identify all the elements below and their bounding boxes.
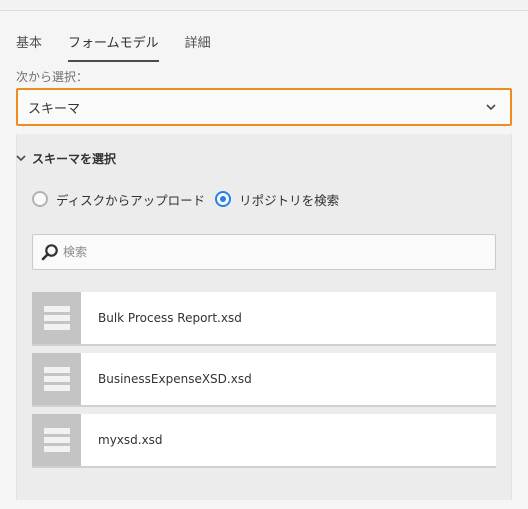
tab-bar: 基本 フォームモデル 詳細 xyxy=(16,36,237,64)
radio-upload-from-disk[interactable]: ディスクからアップロード xyxy=(32,190,205,209)
chevron-down-icon xyxy=(16,155,26,162)
file-name: BusinessExpenseXSD.xsd xyxy=(98,372,252,386)
list-item[interactable]: BusinessExpenseXSD.xsd xyxy=(32,353,496,407)
source-dropdown[interactable]: スキーマ xyxy=(16,88,512,126)
tab-form-model[interactable]: フォームモデル xyxy=(68,36,159,64)
file-name: Bulk Process Report.xsd xyxy=(98,311,242,325)
schema-panel-title: スキーマを選択 xyxy=(32,151,117,166)
radio-upload-label: ディスクからアップロード xyxy=(56,192,206,208)
search-input[interactable] xyxy=(63,245,463,259)
schema-file-icon xyxy=(32,414,81,466)
search-icon xyxy=(41,244,58,261)
select-source-label: 次から選択： xyxy=(16,70,89,84)
top-bar xyxy=(0,0,528,11)
file-name: myxsd.xsd xyxy=(98,433,163,447)
schema-file-icon xyxy=(32,292,81,344)
source-radio-group: ディスクからアップロード リポジトリを検索 xyxy=(32,189,349,209)
radio-button-unchecked[interactable] xyxy=(32,191,48,207)
radio-search-label: リポジトリを検索 xyxy=(239,192,340,208)
schema-file-icon xyxy=(32,353,81,405)
radio-search-repository[interactable]: リポジトリを検索 xyxy=(215,190,339,209)
source-dropdown-value: スキーマ xyxy=(28,101,81,117)
search-box[interactable] xyxy=(32,234,496,270)
schema-panel-toggle[interactable]: スキーマを選択 xyxy=(16,150,116,166)
tab-basic[interactable]: 基本 xyxy=(16,36,42,64)
list-item[interactable]: Bulk Process Report.xsd xyxy=(32,292,496,346)
radio-button-checked[interactable] xyxy=(215,191,232,207)
list-item[interactable]: myxsd.xsd xyxy=(32,414,496,468)
tab-advanced[interactable]: 詳細 xyxy=(185,36,211,64)
schema-file-list: Bulk Process Report.xsd BusinessExpenseX… xyxy=(32,292,496,475)
chevron-down-icon xyxy=(486,104,496,111)
